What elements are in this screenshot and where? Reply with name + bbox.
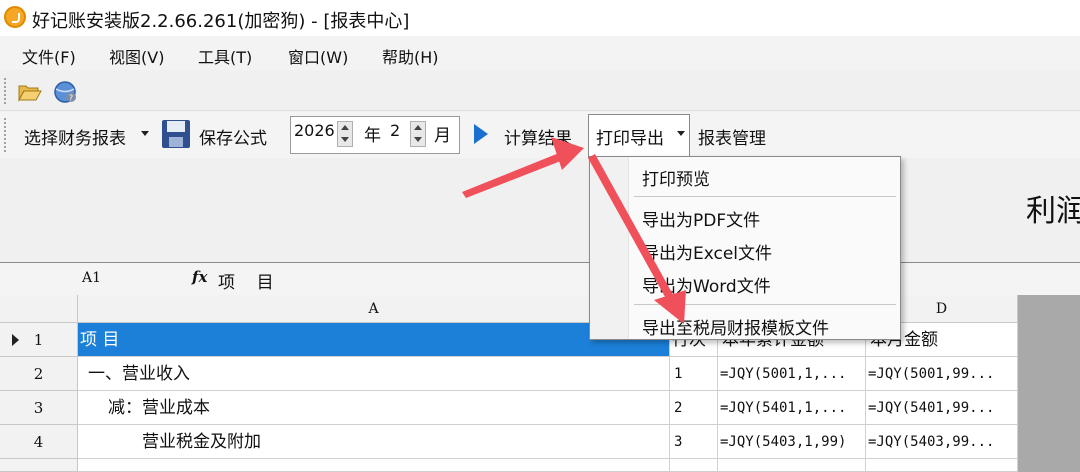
menu-item-print-preview[interactable]: 打印预览 xyxy=(642,165,710,190)
icon-toolbar xyxy=(0,72,1080,111)
table-cell[interactable]: =JQY(5001,1,... xyxy=(718,357,866,391)
row-header[interactable]: 4 xyxy=(0,425,78,459)
menu-item-export-tax-template[interactable]: 导出至税局财报模板文件 xyxy=(642,314,829,339)
table-cell[interactable] xyxy=(78,459,670,472)
print-export-menu: 打印预览 导出为PDF文件 导出为Excel文件 导出为Word文件 导出至税局… xyxy=(589,156,901,340)
report-header-area xyxy=(0,158,1080,258)
row-header[interactable] xyxy=(0,459,78,472)
table-cell[interactable]: =JQY(5001,99... xyxy=(866,357,1018,391)
menu-help[interactable]: 帮助(H) xyxy=(382,44,439,68)
menu-item-export-excel[interactable]: 导出为Excel文件 xyxy=(642,239,772,264)
table-cell[interactable]: 一、营业收入 xyxy=(78,357,670,391)
month-label: 月 xyxy=(434,126,451,146)
formula-bar xyxy=(0,262,1080,296)
select-report-button[interactable]: 选择财务报表 xyxy=(24,124,126,149)
chevron-down-icon[interactable] xyxy=(141,131,149,136)
corner-header[interactable] xyxy=(0,295,78,323)
grid-empty-area xyxy=(1018,295,1080,472)
menu-separator xyxy=(634,196,896,197)
year-label: 年 xyxy=(364,126,381,146)
table-cell[interactable]: 营业税金及附加 xyxy=(78,425,670,459)
table-cell[interactable] xyxy=(718,459,866,472)
app-logo-icon xyxy=(4,6,26,28)
table-cell[interactable]: 项 目 xyxy=(78,323,670,357)
print-export-label: 打印导出 xyxy=(596,129,664,149)
table-cell[interactable]: =JQY(5401,99... xyxy=(866,391,1018,425)
menu-item-export-word[interactable]: 导出为Word文件 xyxy=(642,272,771,297)
table-cell[interactable]: 减：营业成本 xyxy=(78,391,670,425)
window-title: 好记账安装版2.2.66.261(加密狗) - [报表中心] xyxy=(32,11,410,32)
menu-icon-strip xyxy=(590,157,629,339)
toolbar-grip[interactable] xyxy=(4,118,10,152)
calc-result-button[interactable]: 计算结果 xyxy=(504,124,572,149)
table-cell[interactable]: 1 xyxy=(670,357,718,391)
save-disk-icon[interactable] xyxy=(161,119,191,149)
table-cell[interactable]: =JQY(5403,99... xyxy=(866,425,1018,459)
menu-view[interactable]: 视图(V) xyxy=(109,44,164,68)
row-header[interactable]: 3 xyxy=(0,391,78,425)
table-cell[interactable]: =JQY(5401,1,... xyxy=(718,391,866,425)
menu-file[interactable]: 文件(F) xyxy=(22,44,76,68)
table-cell[interactable]: 3 xyxy=(670,425,718,459)
menu-separator xyxy=(634,304,896,305)
month-stepper[interactable] xyxy=(410,121,426,147)
column-header-a[interactable]: A xyxy=(78,295,670,323)
month-input[interactable]: 2 xyxy=(390,121,400,140)
help-globe-icon[interactable]: ? xyxy=(52,80,78,104)
report-manage-button[interactable]: 报表管理 xyxy=(698,124,766,149)
menu-tools[interactable]: 工具(T) xyxy=(198,44,252,68)
formula-input[interactable]: 项 目 xyxy=(218,268,274,293)
toolbar-grip[interactable] xyxy=(4,78,10,104)
current-row-icon xyxy=(12,334,19,346)
table-cell[interactable]: 2 xyxy=(670,391,718,425)
year-stepper[interactable] xyxy=(337,121,353,147)
table-cell[interactable]: =JQY(5403,1,99) xyxy=(718,425,866,459)
fx-icon: fx xyxy=(192,268,208,286)
open-folder-icon[interactable] xyxy=(18,82,42,102)
play-icon[interactable] xyxy=(474,124,488,144)
save-formula-button[interactable]: 保存公式 xyxy=(199,124,267,149)
row-header[interactable]: 2 xyxy=(0,357,78,391)
chevron-down-icon[interactable] xyxy=(677,131,685,136)
report-title: 利润 xyxy=(1026,194,1080,229)
cell-reference[interactable]: A1 xyxy=(82,270,101,286)
year-input[interactable]: 2026 xyxy=(294,121,335,140)
menu-window[interactable]: 窗口(W) xyxy=(288,44,348,68)
menu-item-export-pdf[interactable]: 导出为PDF文件 xyxy=(642,206,760,231)
svg-text:?: ? xyxy=(69,94,73,103)
table-cell[interactable] xyxy=(866,459,1018,472)
table-cell[interactable] xyxy=(670,459,718,472)
